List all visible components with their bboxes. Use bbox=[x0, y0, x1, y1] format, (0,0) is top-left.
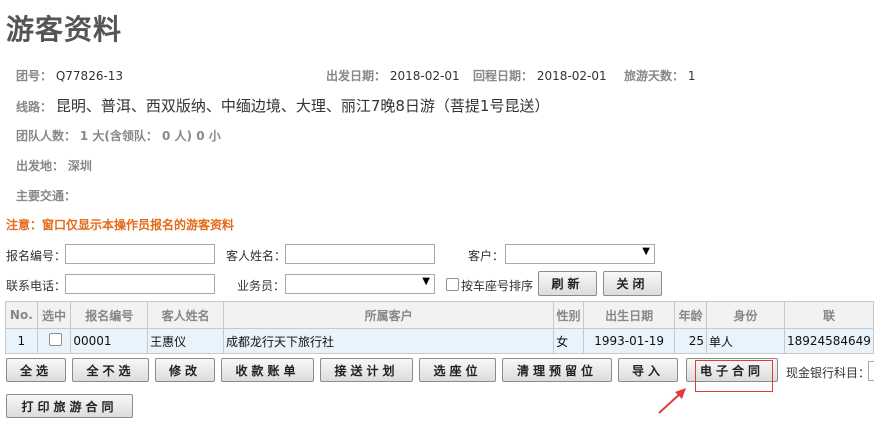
close-button[interactable]: 关闭 bbox=[603, 271, 662, 296]
col-header-phone: 联 bbox=[783, 301, 874, 329]
receipt-button[interactable]: 收款账单 bbox=[221, 358, 314, 382]
phone-input[interactable] bbox=[65, 274, 215, 294]
return-date: 回程日期： 2018-02-01 bbox=[473, 67, 607, 84]
return-date-value: 2018-02-01 bbox=[536, 69, 607, 83]
chevron-down-icon: ▼ bbox=[642, 246, 650, 257]
col-header-select: 选中 bbox=[36, 301, 72, 329]
salesman-select[interactable]: ▼ bbox=[285, 274, 435, 294]
trip-days-value: 1 bbox=[687, 69, 696, 83]
guest-table: No. 选中 报名编号 客人姓名 所属客户 性别 出生日期 年龄 身份 联 1 … bbox=[5, 301, 874, 354]
route-value: 昆明、普洱、西双版纳、中缅边境、大理、丽江7晚8日游（菩提1号昆送） bbox=[55, 97, 550, 115]
origin-value: 深圳 bbox=[67, 159, 92, 173]
trip-days: 旅游天数： 1 bbox=[624, 67, 695, 84]
cell-guest-name: 王惠仪 bbox=[147, 328, 225, 354]
col-header-booking-no: 报名编号 bbox=[70, 301, 149, 329]
sort-by-seat-checkbox[interactable] bbox=[446, 278, 459, 291]
group-number: 团号： Q77826-13 bbox=[16, 67, 123, 84]
cell-age: 25 bbox=[674, 328, 707, 354]
col-header-no: No. bbox=[5, 301, 38, 329]
salesman-label: 业务员： bbox=[237, 279, 286, 293]
cell-gender: 女 bbox=[553, 328, 584, 354]
booking-no-label: 报名编号： bbox=[6, 249, 67, 263]
e-contract-highlight bbox=[695, 360, 773, 392]
team-size-value: 1 大(含领队： 0 人) 0 小 bbox=[79, 129, 221, 143]
cell-identity: 单人 bbox=[705, 328, 785, 354]
transport-label: 主要交通： bbox=[16, 189, 77, 203]
deselect-all-button[interactable]: 全不选 bbox=[72, 358, 149, 382]
origin: 出发地： 深圳 bbox=[16, 157, 92, 174]
cell-booking-no: 00001 bbox=[70, 328, 149, 354]
cell-phone: 18924584649 bbox=[783, 328, 874, 354]
cell-birth-date: 1993-01-19 bbox=[582, 328, 676, 354]
booking-no-input[interactable] bbox=[65, 244, 215, 264]
transport: 主要交通： bbox=[16, 187, 76, 204]
row-select-checkbox[interactable] bbox=[48, 333, 62, 346]
trip-days-label: 旅游天数： bbox=[624, 69, 685, 83]
col-header-birth-date: 出生日期 bbox=[582, 301, 676, 329]
team-size: 团队人数： 1 大(含领队： 0 人) 0 小 bbox=[16, 127, 221, 144]
clear-reserved-button[interactable]: 清理预留位 bbox=[502, 358, 612, 382]
guest-name-input[interactable] bbox=[285, 244, 435, 264]
origin-label: 出发地： bbox=[16, 159, 65, 173]
page-title: 游客资料 bbox=[6, 13, 123, 46]
table-header-row: No. 选中 报名编号 客人姓名 所属客户 性别 出生日期 年龄 身份 联 bbox=[5, 301, 874, 329]
cell-customer: 成都龙行天下旅行社 bbox=[223, 328, 555, 354]
route: 线路： 昆明、普洱、西双版纳、中缅边境、大理、丽江7晚8日游（菩提1号昆送） bbox=[16, 95, 549, 116]
sort-by-seat-label: 按车座号排序 bbox=[461, 279, 534, 293]
import-button[interactable]: 导入 bbox=[618, 358, 678, 382]
print-contract-button[interactable]: 打印旅游合同 bbox=[6, 394, 133, 418]
col-header-age: 年龄 bbox=[674, 301, 707, 329]
cell-select bbox=[36, 328, 72, 354]
refresh-button[interactable]: 刷新 bbox=[538, 271, 597, 296]
route-label: 线路： bbox=[16, 100, 53, 114]
customer-label: 客户： bbox=[468, 249, 505, 263]
col-header-customer: 所属客户 bbox=[223, 301, 555, 329]
annotation-arrow-icon bbox=[658, 388, 686, 414]
guest-name-label: 客人姓名： bbox=[226, 249, 287, 263]
depart-date-value: 2018-02-01 bbox=[389, 69, 460, 83]
cell-no: 1 bbox=[5, 328, 38, 354]
col-header-guest-name: 客人姓名 bbox=[147, 301, 225, 329]
customer-select[interactable]: ▼ bbox=[505, 244, 655, 264]
select-seat-button[interactable]: 选座位 bbox=[419, 358, 496, 382]
select-all-button[interactable]: 全选 bbox=[6, 358, 66, 382]
chevron-down-icon: ▼ bbox=[422, 276, 430, 287]
phone-label: 联系电话： bbox=[6, 279, 67, 293]
cash-account-label: 现金银行科目： bbox=[786, 366, 871, 380]
table-row[interactable]: 1 00001 王惠仪 成都龙行天下旅行社 女 1993-01-19 25 单人… bbox=[5, 328, 874, 354]
col-header-identity: 身份 bbox=[705, 301, 785, 329]
depart-date-label: 出发日期： bbox=[326, 69, 387, 83]
operator-notice: 注意：窗口仅显示本操作员报名的游客资料 bbox=[6, 218, 235, 232]
edit-button[interactable]: 修改 bbox=[155, 358, 215, 382]
team-size-label: 团队人数： bbox=[16, 129, 77, 143]
group-number-label: 团号： bbox=[16, 69, 53, 83]
shuttle-plan-button[interactable]: 接送计划 bbox=[320, 358, 413, 382]
col-header-gender: 性别 bbox=[553, 301, 584, 329]
group-number-value: Q77826-13 bbox=[55, 69, 124, 83]
return-date-label: 回程日期： bbox=[473, 69, 534, 83]
cash-account-input[interactable] bbox=[868, 361, 874, 381]
depart-date: 出发日期： 2018-02-01 bbox=[326, 67, 460, 84]
